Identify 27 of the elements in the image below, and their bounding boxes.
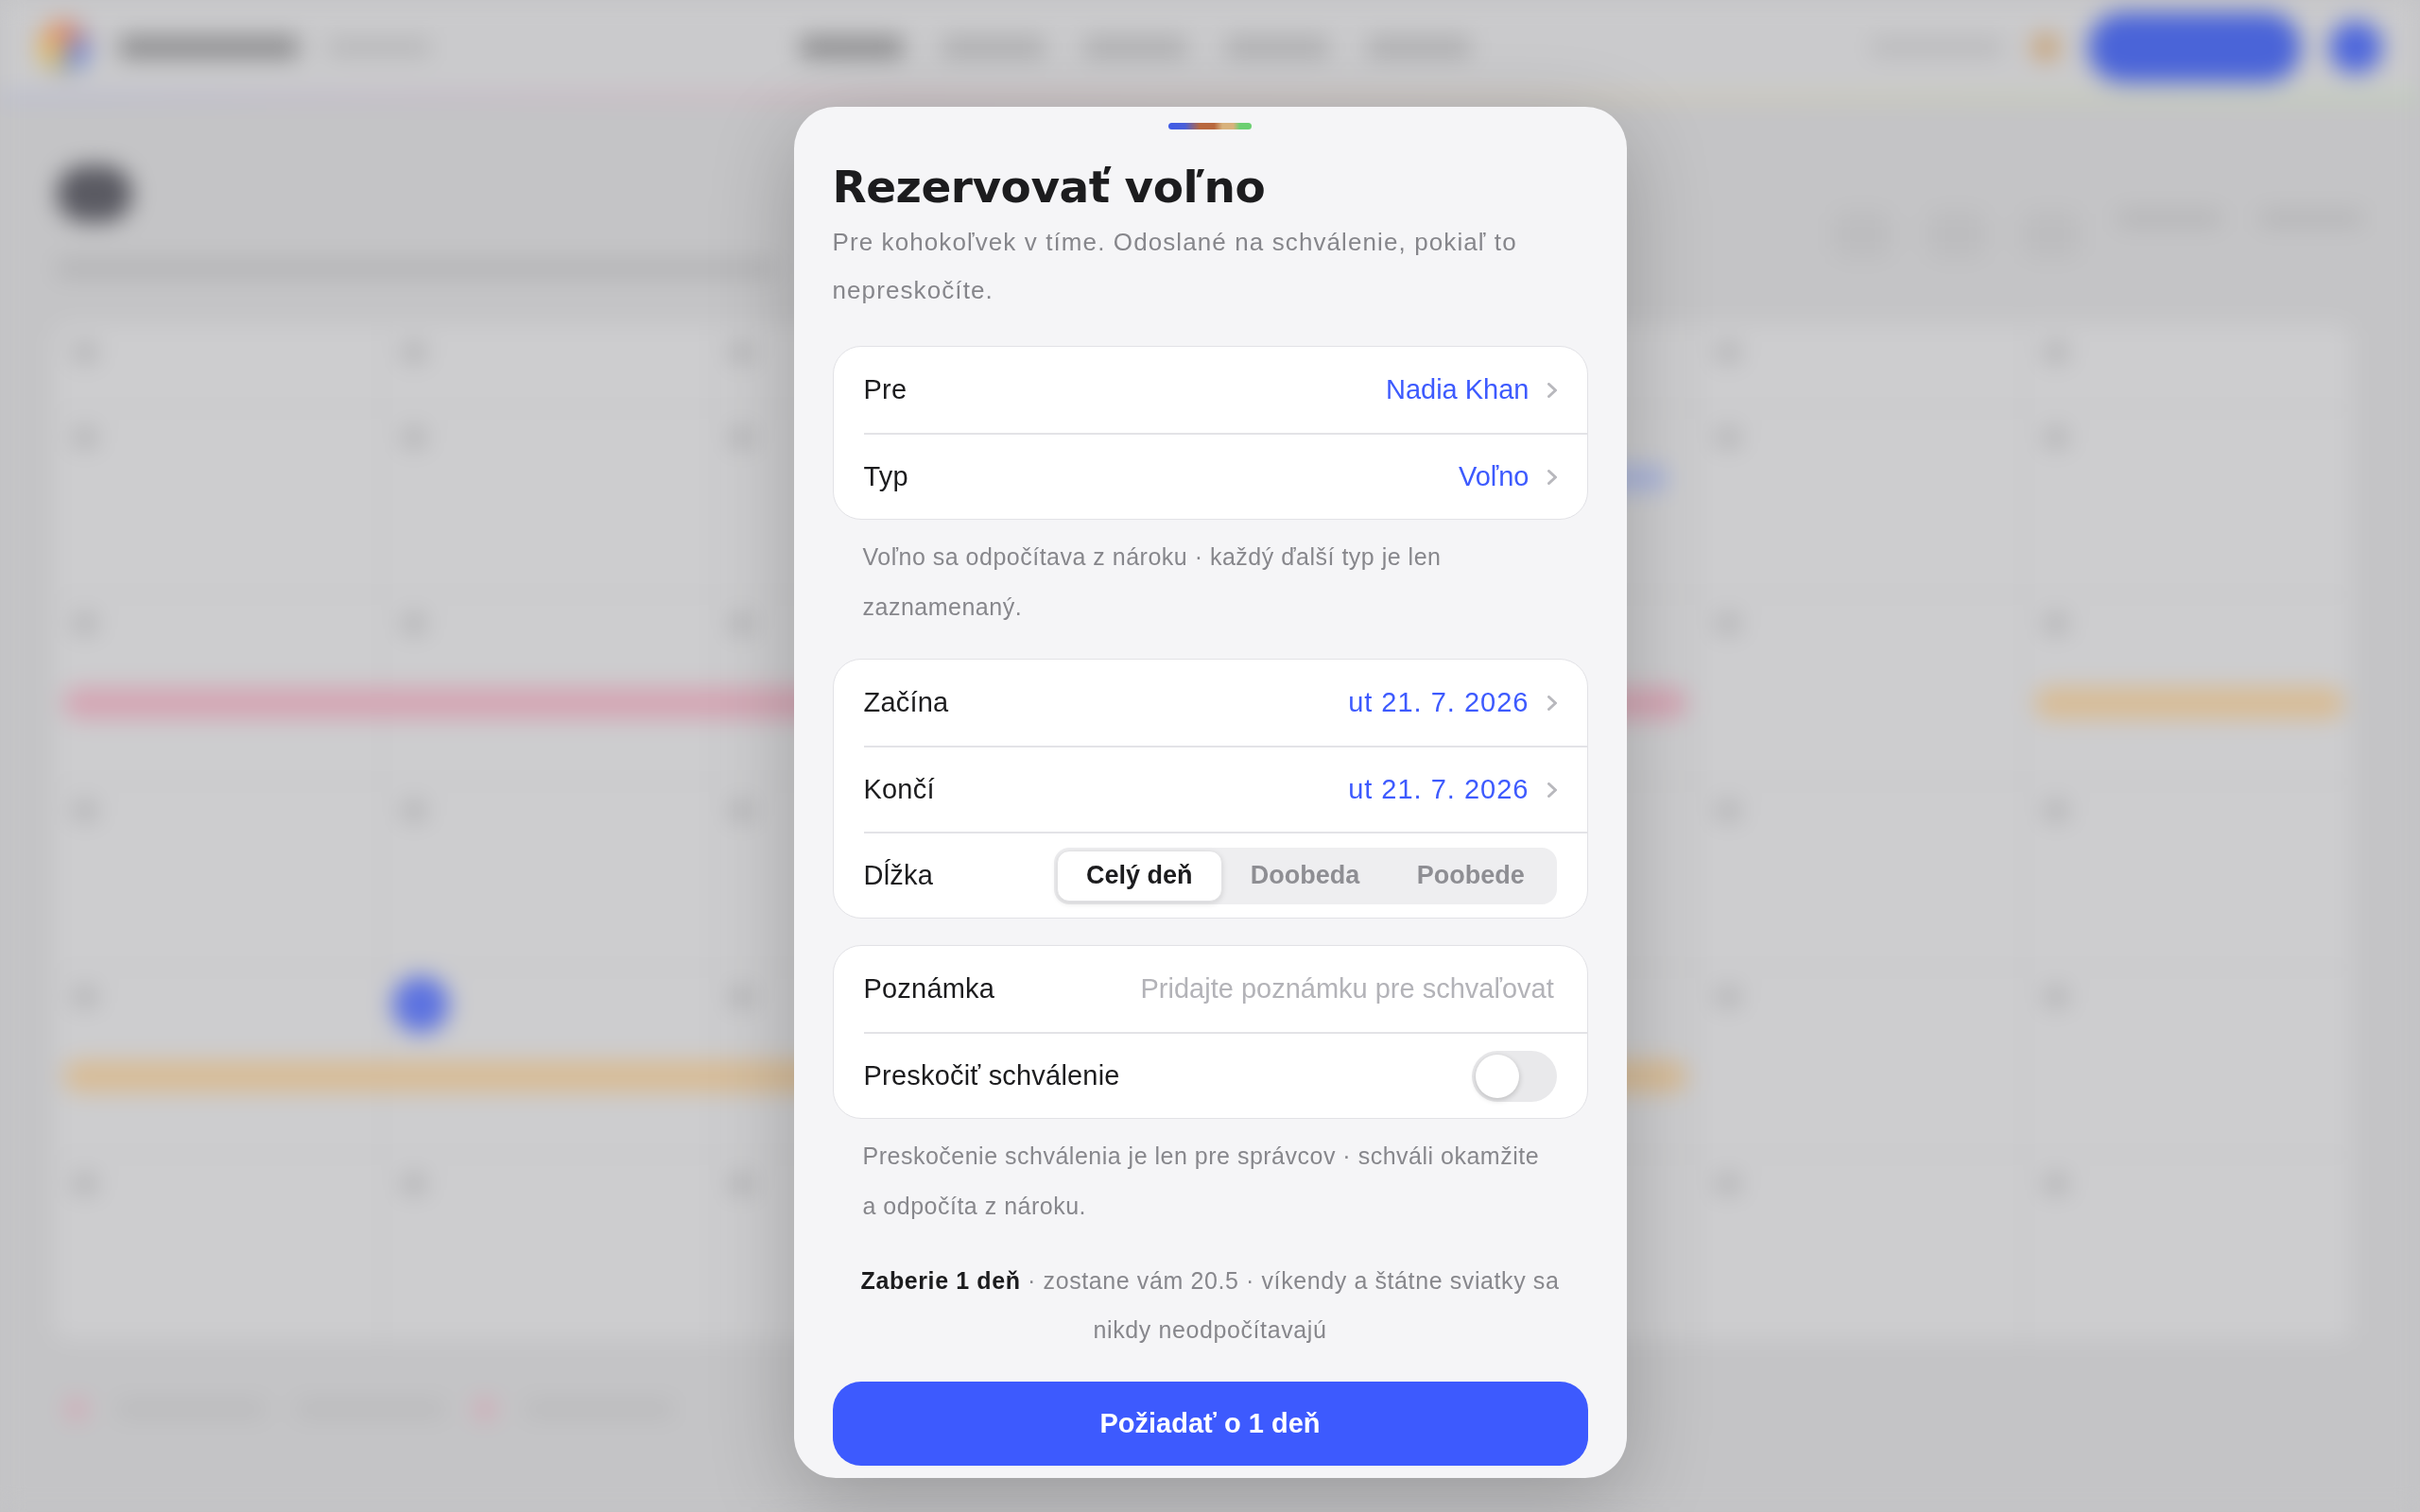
picker-value[interactable]: Nadia Khan — [1385, 369, 1530, 411]
segment-button[interactable]: Celý deň — [1056, 850, 1222, 902]
field-label: Začína — [863, 685, 949, 719]
chevron-right-icon — [1547, 782, 1557, 798]
drag-handle-icon[interactable] — [1168, 123, 1252, 129]
chevron-right-icon — [1547, 695, 1557, 711]
field-label: Končí — [863, 772, 935, 806]
picker-value[interactable]: Voľno — [1458, 455, 1530, 498]
field-label: Preskočiť schválenie — [863, 1058, 1120, 1092]
submit-button[interactable]: Požiadať o 1 deň — [832, 1382, 1588, 1466]
sheet-subtitle: Pre kohokoľvek v tíme. Odoslané na schválenie, pokiaľ to nepreskočíte. — [832, 227, 1518, 306]
field-label: Pre — [863, 372, 908, 406]
note-input[interactable]: Pridajte poznámku pre schvaľovat — [1140, 968, 1557, 1010]
segment-button[interactable]: Poobede — [1388, 850, 1554, 902]
sheet-title: Rezervovať voľno — [832, 160, 1267, 215]
toggle-switch[interactable] — [1471, 1050, 1557, 1102]
segment-button[interactable]: Doobeda — [1221, 850, 1389, 902]
chevron-right-icon — [1547, 382, 1557, 398]
summary-text: Zaberie 1 deň · zostane vám 20.5 · víkendy a štátne sviatky sa nikdy neodpočítavajú — [859, 1266, 1561, 1345]
field-label: Poznámka — [863, 971, 995, 1005]
date-value[interactable]: ut 21. 7. 2026 — [1348, 681, 1530, 724]
date-value[interactable]: ut 21. 7. 2026 — [1348, 768, 1530, 811]
field-label: Dĺžka — [863, 858, 933, 892]
footnote-text: Voľno sa odpočítava z nároku · každý ďalší typ je len zaznamenaný. — [861, 542, 1443, 622]
footnote-text: Preskočenie schválenia je len pre správcov · schváli okamžite a odpočíta z nároku. — [861, 1142, 1541, 1221]
chevron-right-icon — [1547, 469, 1557, 485]
field-label: Typ — [863, 459, 908, 493]
